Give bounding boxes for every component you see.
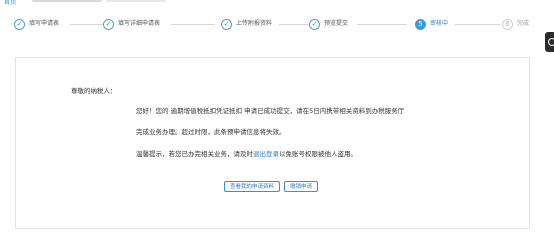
- step-4-label: 预览提交: [324, 20, 349, 27]
- step-connector: [455, 24, 500, 25]
- step-2-label: 填写详细申请表: [118, 20, 161, 27]
- breadcrumb-home-link[interactable]: 首页: [4, 0, 16, 6]
- breadcrumb-path-blurred: [32, 0, 102, 2]
- top-breadcrumb-bar: 首页: [0, 0, 554, 10]
- check-icon: ✓: [221, 19, 232, 30]
- message-line-3-after: 以免账号权限被他人盗用。: [279, 150, 357, 158]
- progress-steps: ✓ 填写申请表 ✓ 填写详细申请表 ✓ 上传附报资料 ✓ 预览提交 5 审核中 …: [0, 12, 554, 42]
- step-3-label: 上传附报资料: [236, 20, 273, 27]
- step-5-number: 5: [415, 19, 426, 30]
- check-icon: ✓: [103, 19, 114, 30]
- check-icon: ✓: [309, 19, 320, 30]
- step-5-label: 审核中: [430, 20, 449, 27]
- message-line-3: 温馨提示，若您已办完相关业务，请及时退出登录以免账号权限被他人盗用。: [136, 148, 357, 158]
- view-application-button[interactable]: 查看我的申请资料: [224, 181, 281, 192]
- message-line-3-before: 温馨提示，若您已办完相关业务，请及时: [136, 150, 253, 158]
- result-panel: 尊敬的纳税人： 您好！您的 逾期增值税抵扣凭证抵扣 申请已成功提交，请在5日内携…: [15, 57, 530, 229]
- salutation-text: 尊敬的纳税人：: [71, 87, 117, 95]
- cancel-application-button[interactable]: 撤销申请: [284, 181, 319, 192]
- check-icon: ✓: [14, 19, 25, 30]
- step-connector: [171, 24, 215, 25]
- breadcrumb-path-blurred-2: [106, 0, 166, 2]
- step-6-number: 6: [502, 19, 513, 30]
- step-1-label: 填写申请表: [29, 20, 60, 27]
- message-line-2: 完成业务办理。超过时限，此条预申请信息将失效。: [136, 128, 286, 136]
- service-icon: [548, 38, 554, 46]
- message-line-1: 您好！您的 逾期增值税抵扣凭证抵扣 申请已成功提交，请在5日内携带相关资料到办税…: [136, 107, 405, 115]
- side-floating-tab[interactable]: [545, 32, 554, 52]
- step-connector: [357, 24, 407, 25]
- step-6-label: 完成: [517, 20, 530, 27]
- logout-link[interactable]: 退出登录: [253, 150, 279, 158]
